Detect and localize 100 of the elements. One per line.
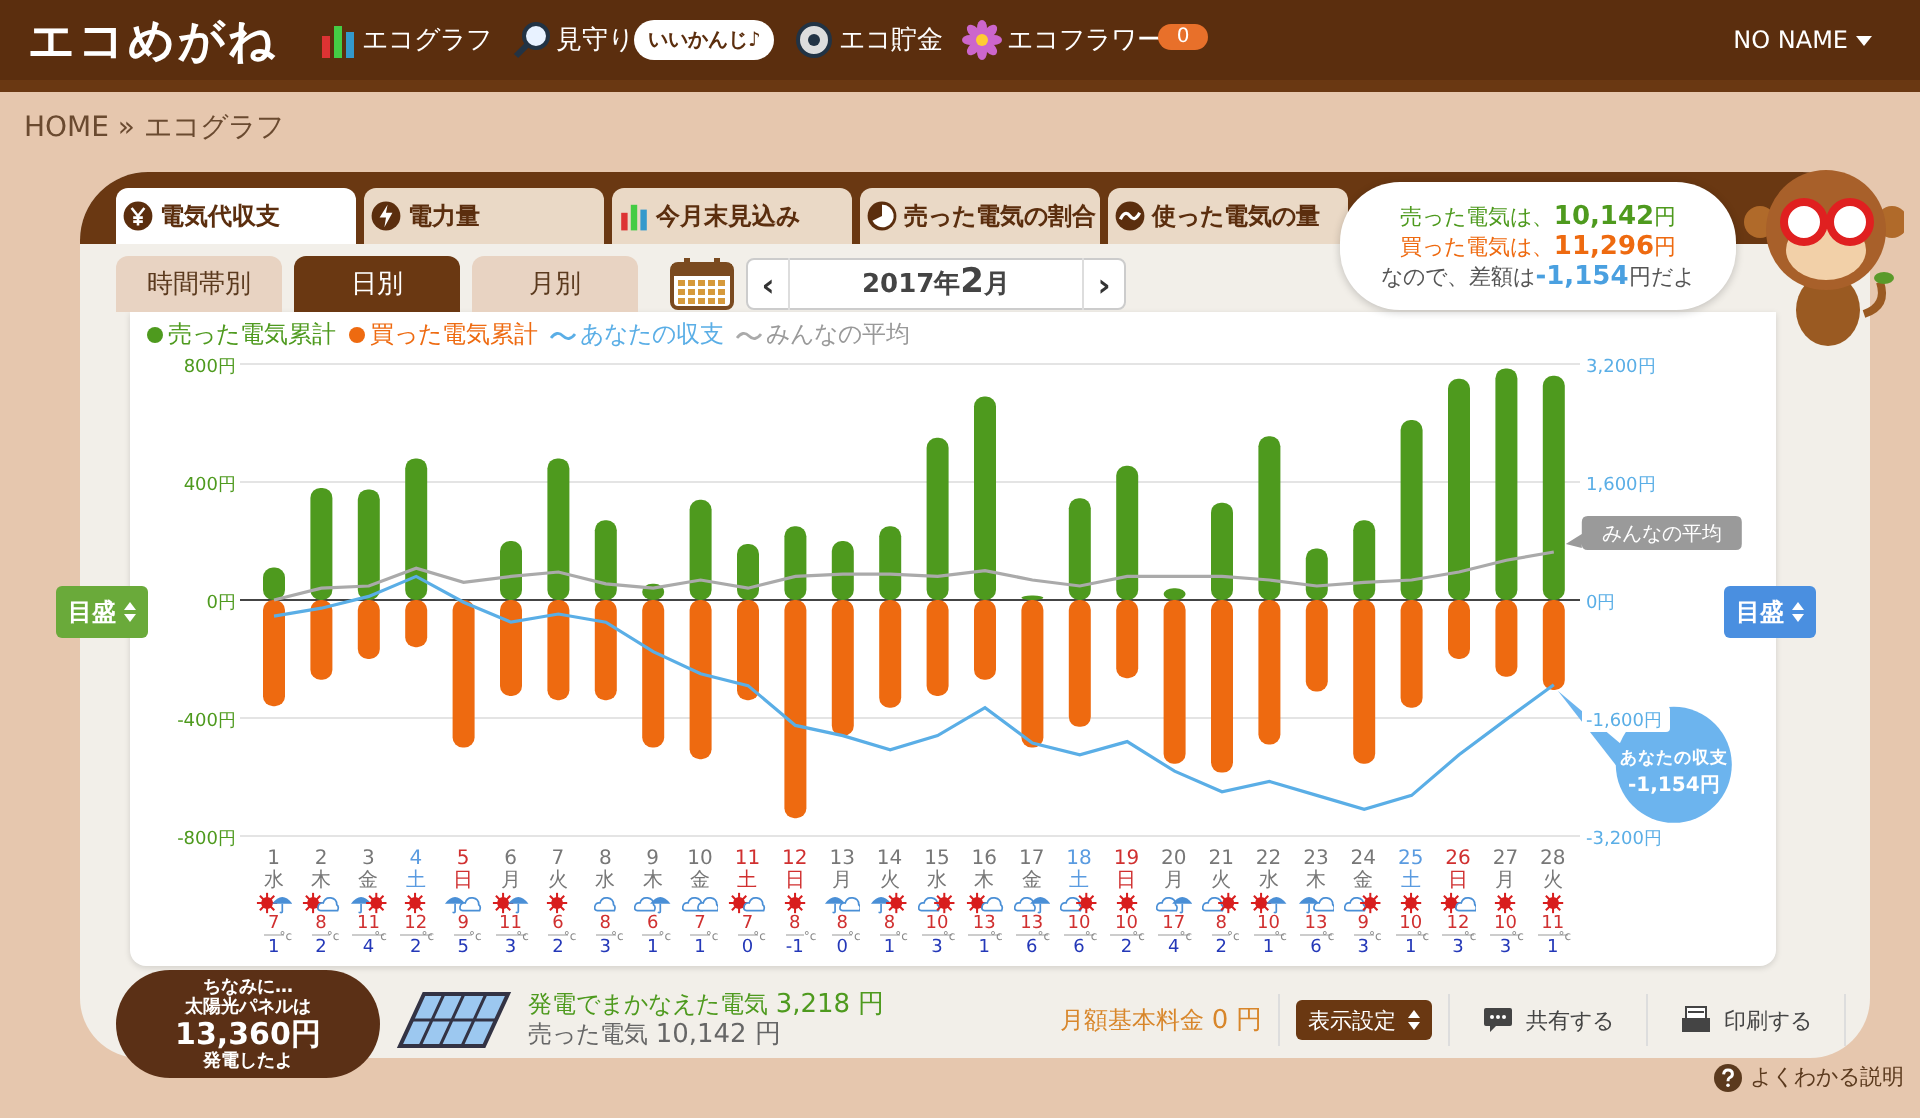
low-temperature: 1 xyxy=(978,938,991,958)
date-label: 26 xyxy=(1445,848,1471,870)
cloud-sun-icon xyxy=(1202,892,1240,914)
high-temperature: 9 xyxy=(1353,914,1374,936)
print-button[interactable]: 印刷する xyxy=(1664,1005,1829,1035)
legend-wave-icon xyxy=(550,329,576,341)
axis-label: -800円 xyxy=(177,830,236,848)
calendar-icon[interactable] xyxy=(670,258,734,310)
high-temperature: 6 xyxy=(642,914,663,936)
up-down-icon xyxy=(124,602,136,622)
sun-icon xyxy=(1541,892,1564,914)
date-label: 18 xyxy=(1066,848,1092,870)
weekday-label: 水 xyxy=(263,870,284,892)
sun-umbrella-icon xyxy=(255,892,293,914)
date-label: 6 xyxy=(504,848,517,870)
weekday-label: 月 xyxy=(1495,870,1516,892)
cloud-sun-icon xyxy=(1344,892,1382,914)
graph-tab[interactable]: 電気代収支 xyxy=(116,188,356,244)
total-text: 売った電気 10,142 円 xyxy=(528,1020,783,1050)
solar-panel-icon xyxy=(396,990,512,1050)
high-temperature: 8 xyxy=(785,914,805,936)
low-temperature: 4 xyxy=(362,938,375,958)
weekday-label: 土 xyxy=(405,870,426,892)
breadcrumb: HOME » エコグラフ xyxy=(22,110,286,148)
high-temperature: 8 xyxy=(1211,914,1231,936)
caret-icon xyxy=(1856,35,1872,45)
date-label: 9 xyxy=(646,848,660,870)
user-menu-button[interactable]: NO NAME xyxy=(1721,24,1884,56)
cloud-umbrella-icon xyxy=(1155,892,1193,914)
weekday-label: 火 xyxy=(1542,870,1563,892)
graph-tab[interactable]: 使った電気の量 xyxy=(1108,188,1348,244)
date-label: 21 xyxy=(1208,848,1234,870)
date-label: 2 xyxy=(314,848,328,870)
low-temperature: 2 xyxy=(552,938,564,958)
legend-dot-icon xyxy=(146,326,164,344)
low-temperature: 0 xyxy=(741,938,754,958)
help-link[interactable]: よくわかる説明 xyxy=(1714,1062,1904,1092)
next-month-button[interactable]: › xyxy=(1084,260,1124,308)
sun-icon xyxy=(1494,892,1517,914)
axis-label: 3,200円 xyxy=(1586,358,1656,378)
bubble-text: 太陽光パネルは xyxy=(185,997,311,1017)
tab-label: 電気代収支 xyxy=(160,199,280,233)
low-temperature: -1 xyxy=(785,938,804,958)
umbrella-cloud-icon xyxy=(1297,892,1335,914)
bar-chart-icon xyxy=(318,20,358,60)
bar xyxy=(547,600,570,701)
previous-month-button[interactable]: ‹ xyxy=(748,260,788,308)
date-label: 10 xyxy=(687,848,713,870)
display-settings-button[interactable]: 表示設定 xyxy=(1296,1000,1433,1040)
nav-label: エコ貯金 xyxy=(838,24,943,58)
low-temperature: 1 xyxy=(1404,938,1417,958)
weekday-label: 木 xyxy=(1305,870,1326,892)
sun-icon xyxy=(546,892,569,914)
weekday-label: 金 xyxy=(1353,870,1374,892)
weekday-label: 月 xyxy=(832,870,853,892)
graph-tab[interactable]: 今月末見込み xyxy=(612,188,852,244)
low-temperature: 3 xyxy=(599,938,612,958)
date-label: 11 xyxy=(734,848,761,870)
low-temperature: 1 xyxy=(1547,938,1559,958)
low-temperature: 1 xyxy=(646,938,659,958)
period-tab[interactable]: 日別 xyxy=(294,256,460,312)
axis-label: -3,200円 xyxy=(1586,830,1663,848)
nav-link[interactable]: エコ貯金 xyxy=(794,20,943,60)
date-label: 5 xyxy=(456,848,470,870)
printer-icon xyxy=(1680,1006,1713,1034)
period-tab[interactable]: 月別 xyxy=(472,256,638,312)
nav-link[interactable]: エコグラフ xyxy=(318,20,492,60)
low-temperature: 2 xyxy=(410,938,422,958)
weekday-label: 木 xyxy=(311,870,332,892)
low-temperature: 6 xyxy=(1310,938,1322,958)
summary-text: なので、差額は-1,154円だよ xyxy=(1381,261,1695,291)
bar xyxy=(1068,600,1091,727)
app-logo[interactable]: エコめがね xyxy=(28,9,278,71)
sun-umbrella-icon xyxy=(491,892,530,914)
high-temperature: 7 xyxy=(737,914,758,936)
high-temperature: 7 xyxy=(690,914,710,936)
low-temperature: 6 xyxy=(1025,938,1038,958)
low-temperature: 1 xyxy=(883,938,896,958)
sun-icon xyxy=(1115,892,1138,914)
cloud-icon xyxy=(594,892,617,914)
share-button[interactable]: 共有する xyxy=(1466,1005,1631,1035)
legend-label: 売った電気累計 xyxy=(168,318,336,352)
bubble-text: 13,360円 xyxy=(175,1017,321,1051)
axis-label: -1,600円 xyxy=(1586,712,1663,732)
low-temperature: 3 xyxy=(1499,938,1512,958)
high-temperature: 8 xyxy=(595,914,616,936)
sun-icon xyxy=(1399,892,1422,914)
weekday-label: 月 xyxy=(500,870,521,892)
high-temperature: 6 xyxy=(548,914,568,936)
date-label: 12 xyxy=(782,848,808,870)
weekday-label: 木 xyxy=(642,870,663,892)
nav-link[interactable]: 見守り xyxy=(512,20,634,60)
umbrella-sun-icon xyxy=(870,892,909,914)
period-tab[interactable]: 時間帯別 xyxy=(116,256,282,312)
weekday-label: 日 xyxy=(1116,870,1137,892)
graph-tab[interactable]: 売った電気の割合 xyxy=(860,188,1100,244)
status-bubble: いいかんじ♪ xyxy=(634,20,775,60)
date-label: 4 xyxy=(409,848,423,870)
graph-tab[interactable]: 電力量 xyxy=(364,188,604,244)
weekday-label: 火 xyxy=(547,870,568,892)
